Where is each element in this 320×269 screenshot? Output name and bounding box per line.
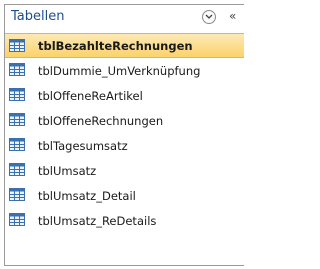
table-item[interactable]: tblDummie_UmVerknüpfung bbox=[5, 58, 244, 83]
table-item[interactable]: tblUmsatz bbox=[5, 158, 244, 183]
table-list: tblBezahlteRechnungen tblDummie_UmVerknü… bbox=[5, 33, 244, 233]
table-item-label: tblUmsatz_ReDetails bbox=[38, 213, 157, 228]
table-item-label: tblDummie_UmVerknüpfung bbox=[38, 63, 201, 78]
table-item[interactable]: tblUmsatz_Detail bbox=[5, 183, 244, 208]
table-icon bbox=[9, 39, 25, 52]
collapse-pane-button[interactable]: « bbox=[229, 8, 243, 24]
table-item-label: tblTagesumsatz bbox=[38, 138, 128, 153]
table-icon bbox=[9, 163, 25, 176]
table-item-label: tblOffeneRechnungen bbox=[38, 113, 164, 128]
table-item[interactable]: tblOffeneReArtikel bbox=[5, 83, 244, 108]
table-item-label: tblUmsatz bbox=[38, 163, 97, 178]
table-item[interactable]: tblUmsatz_ReDetails bbox=[5, 208, 244, 233]
table-icon bbox=[9, 213, 25, 226]
table-icon bbox=[9, 88, 25, 101]
table-icon bbox=[9, 63, 25, 76]
table-item-label: tblBezahlteRechnungen bbox=[38, 38, 193, 53]
navigation-pane: Tabellen « tblBezahlteRechnungen tblDumm… bbox=[4, 4, 244, 266]
table-item[interactable]: tblTagesumsatz bbox=[5, 133, 244, 158]
table-icon bbox=[9, 138, 25, 151]
pane-title[interactable]: Tabellen bbox=[11, 9, 64, 24]
table-icon bbox=[9, 188, 25, 201]
table-item-label: tblUmsatz_Detail bbox=[38, 188, 136, 203]
table-item[interactable]: tblBezahlteRechnungen bbox=[5, 33, 244, 58]
table-icon bbox=[9, 113, 25, 126]
navigation-pane-header: Tabellen « bbox=[5, 5, 244, 30]
table-item[interactable]: tblOffeneRechnungen bbox=[5, 108, 244, 133]
chevron-down-icon[interactable] bbox=[202, 10, 216, 24]
table-item-label: tblOffeneReArtikel bbox=[38, 88, 143, 103]
